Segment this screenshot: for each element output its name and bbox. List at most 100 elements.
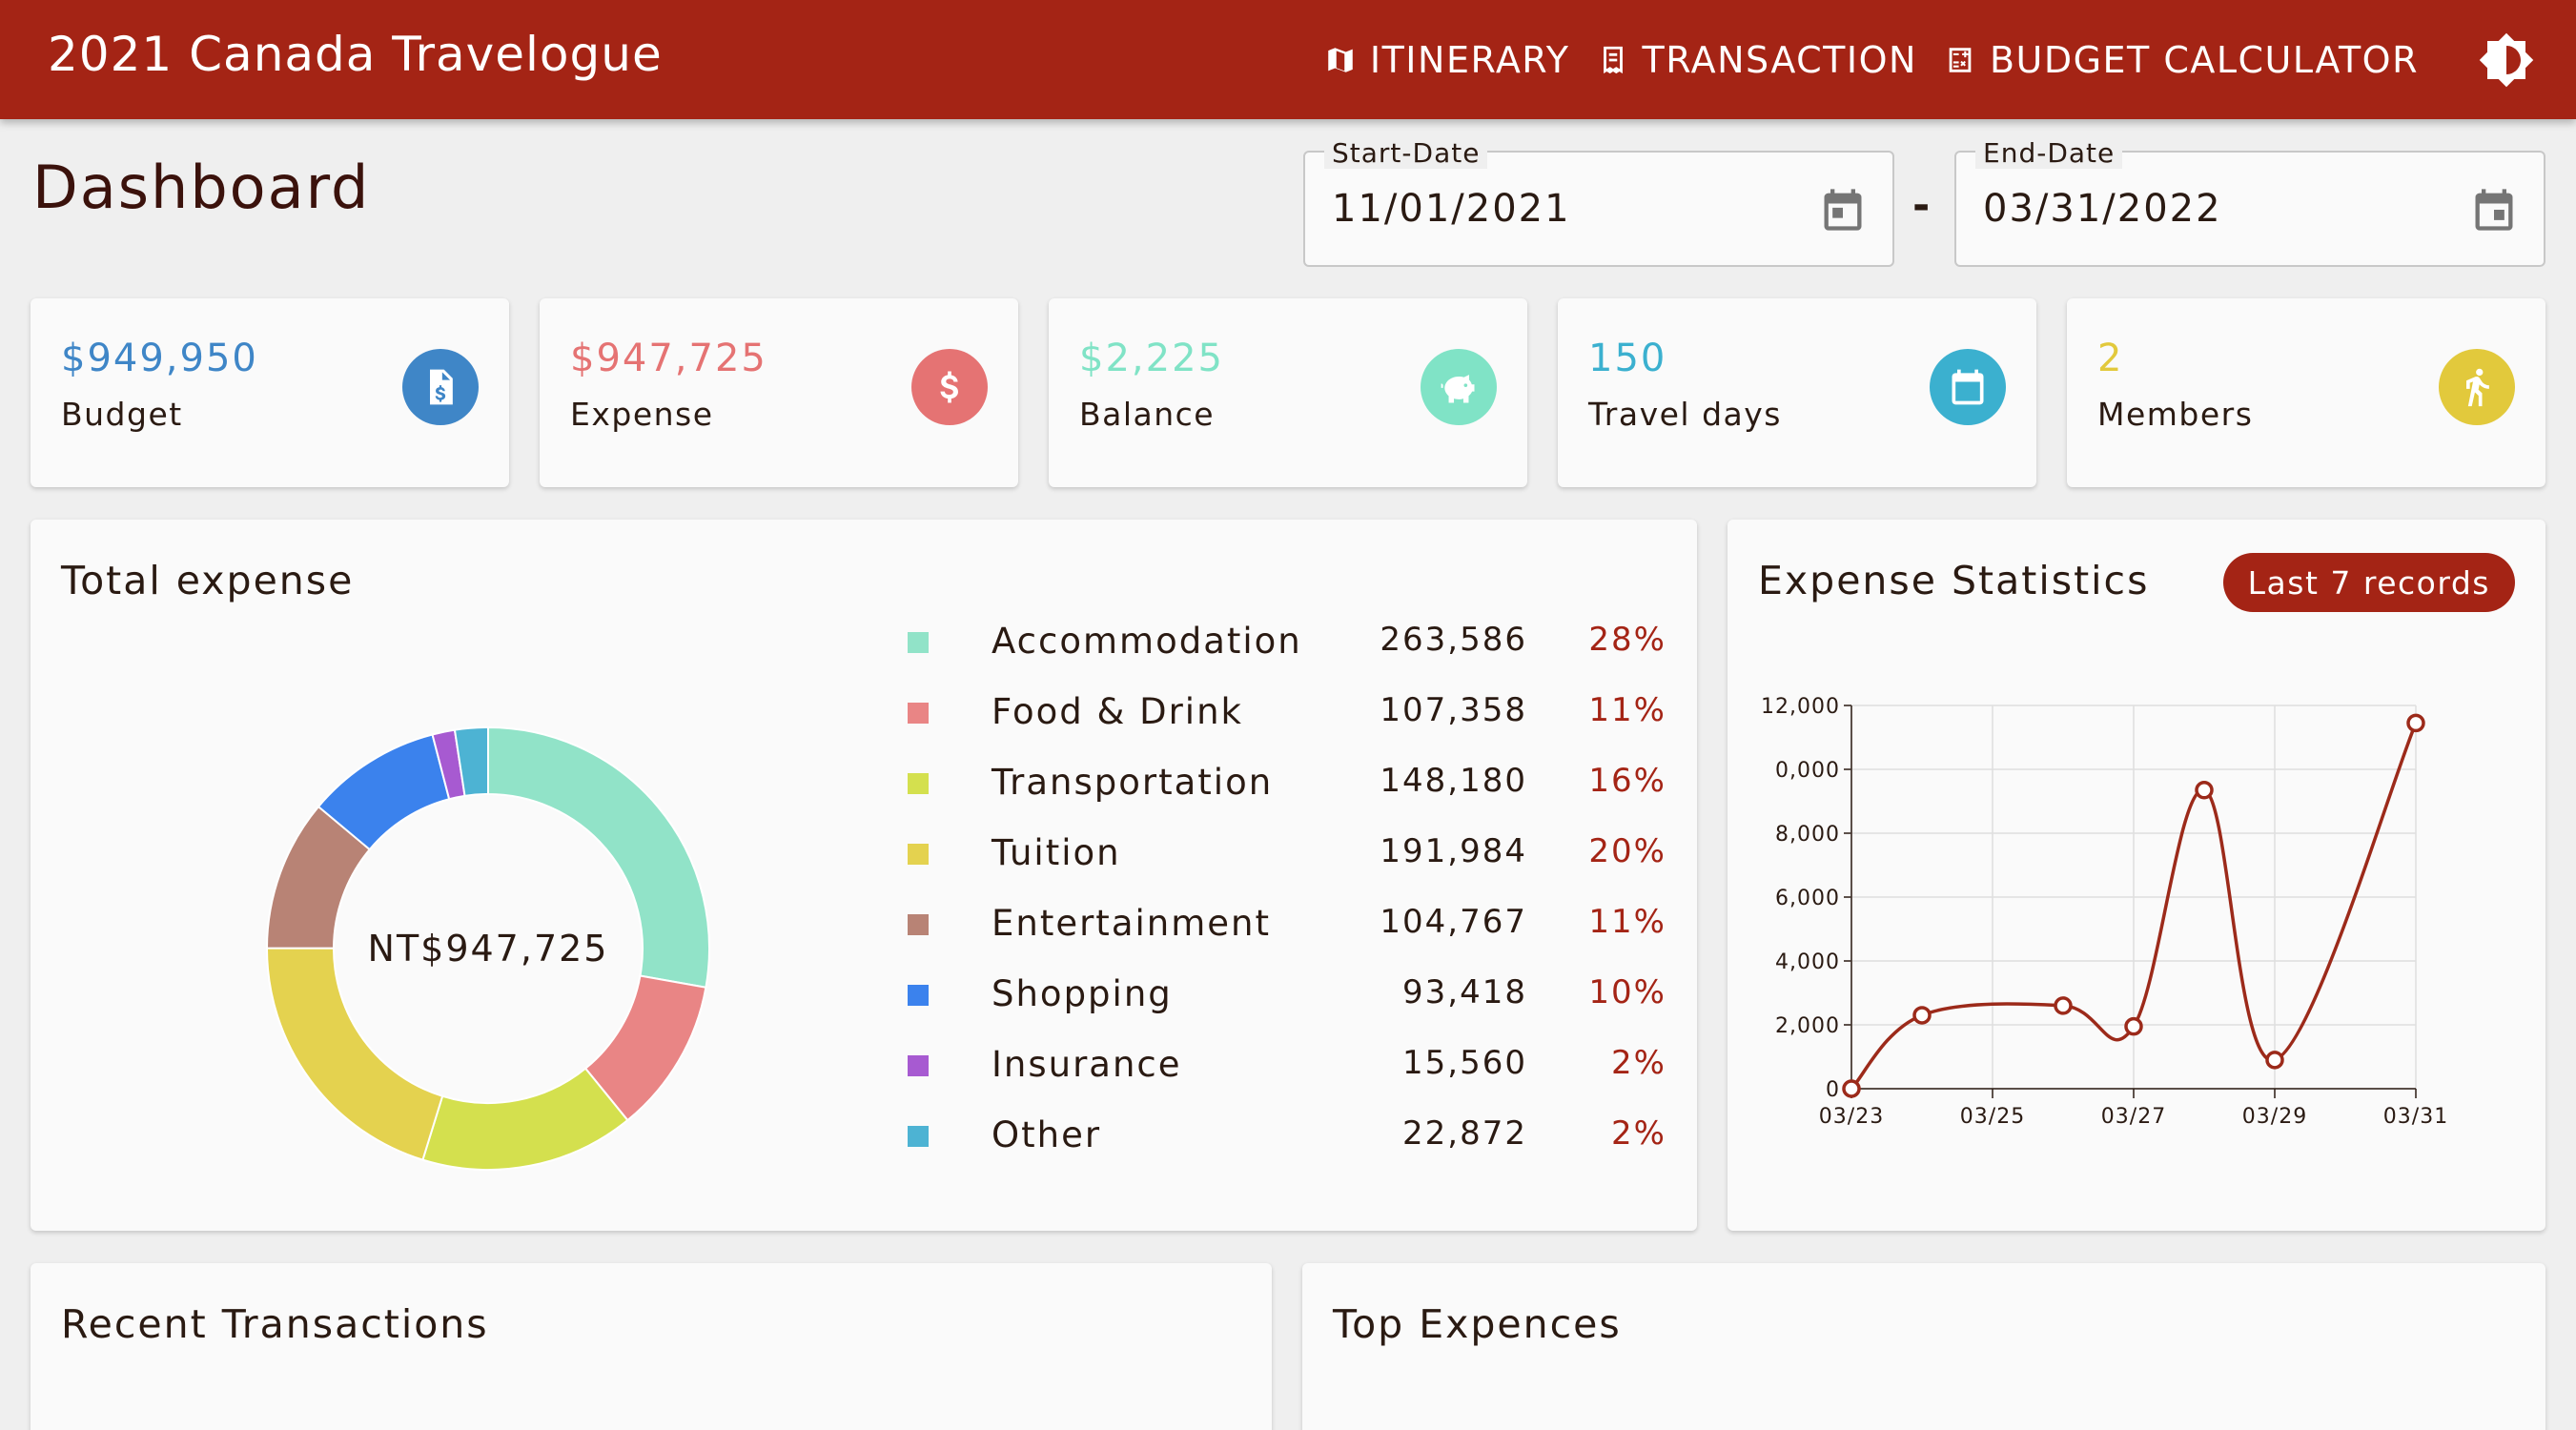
stat-label: Members <box>2097 396 2254 433</box>
x-tick-label: 03/25 <box>1960 1105 2025 1129</box>
y-tick-label: 12,000 <box>1761 695 1840 719</box>
stat-label: Travel days <box>1588 396 1782 433</box>
stat-value: 2 <box>2097 337 2124 380</box>
legend-amount: 104,767 <box>1380 903 1527 941</box>
expense-line-chart: 0 2,000 4,000 6,000 8,000 0,000 12,000 03/23 03/… <box>1761 695 2448 1129</box>
main-nav: ITINERARY TRANSACTION BUDGET CALCULATOR <box>1324 0 2419 119</box>
legend-row: Shopping 93,418 10% <box>31 973 1728 1031</box>
data-point[interactable] <box>1912 1006 1932 1025</box>
legend-percentage: 11% <box>1588 903 1666 941</box>
legend-amount: 263,586 <box>1380 621 1527 659</box>
stat-value: 150 <box>1588 337 1667 380</box>
legend-category: Food & Drink <box>992 691 1243 732</box>
data-point[interactable] <box>2195 781 2214 800</box>
app-bar: 2021 Canada Travelogue ITINERARY TRANSAC… <box>0 0 2576 119</box>
legend-category: Other <box>992 1114 1102 1155</box>
chart-grid: 0 2,000 4,000 6,000 8,000 0,000 12,000 03/23 03/… <box>1761 695 2448 1129</box>
legend-row: Transportation 148,180 16% <box>31 762 1728 819</box>
total-expense-card: Total expense NT$947,725 Accommodation 26… <box>31 520 1697 1231</box>
stat-value: $2,225 <box>1079 337 1224 380</box>
total-expense-title: Total expense <box>61 558 355 603</box>
x-tick-label: 03/29 <box>2242 1105 2307 1129</box>
legend-percentage: 2% <box>1611 1114 1666 1153</box>
x-tick-label: 03/27 <box>2101 1105 2166 1129</box>
start-date-field[interactable]: Start-Date 11/01/2021 <box>1303 137 1894 267</box>
legend-percentage: 16% <box>1588 762 1666 800</box>
nav-transaction[interactable]: TRANSACTION <box>1597 39 1917 81</box>
stat-card-balance: $2,225 Balance <box>1049 298 1527 487</box>
data-point[interactable] <box>1842 1079 1861 1098</box>
legend-row: Other 22,872 2% <box>31 1114 1728 1172</box>
stat-card-expense: $947,725 Expense <box>540 298 1018 487</box>
legend-amount: 22,872 <box>1402 1114 1527 1153</box>
top-expenses-card: Top Expences <box>1302 1263 2545 1430</box>
legend-row: Food & Drink 107,358 11% <box>31 691 1728 748</box>
legend-row: Entertainment 104,767 11% <box>31 903 1728 960</box>
x-tick-label: 03/31 <box>2383 1105 2448 1129</box>
calendar-icon[interactable] <box>1818 185 1868 235</box>
brightness-icon <box>2479 32 2534 88</box>
stat-value: $947,725 <box>570 337 767 380</box>
legend-category: Tuition <box>992 832 1121 873</box>
end-date-field[interactable]: End-Date 03/31/2022 <box>1954 137 2545 267</box>
legend-swatch <box>908 632 929 653</box>
data-point[interactable] <box>2265 1051 2284 1070</box>
y-tick-label: 0,000 <box>1775 759 1840 783</box>
legend-category: Entertainment <box>992 903 1271 944</box>
stat-label: Budget <box>61 396 183 433</box>
calculator-icon <box>1949 47 1972 72</box>
invoice-dollar-icon <box>402 349 479 425</box>
legend-amount: 148,180 <box>1380 762 1527 800</box>
piggy-bank-icon <box>1421 349 1497 425</box>
legend-category: Accommodation <box>992 621 1302 662</box>
legend-percentage: 11% <box>1588 691 1666 729</box>
calendar-icon <box>1930 349 2006 425</box>
recent-transactions-card: Recent Transactions <box>31 1263 1272 1430</box>
x-tick-label: 03/23 <box>1819 1105 1884 1129</box>
legend-percentage: 20% <box>1588 832 1666 870</box>
legend-amount: 191,984 <box>1380 832 1527 870</box>
data-point[interactable] <box>2054 996 2073 1015</box>
y-tick-label: 6,000 <box>1775 887 1840 910</box>
stat-card-budget: $949,950 Budget <box>31 298 509 487</box>
data-point[interactable] <box>2406 713 2425 733</box>
nav-transaction-label: TRANSACTION <box>1642 38 1917 81</box>
stat-card-travel-days: 150 Travel days <box>1558 298 2036 487</box>
end-date-label: End-Date <box>1975 137 2123 169</box>
data-point[interactable] <box>2124 1016 2143 1036</box>
top-expenses-title: Top Expences <box>1333 1301 1622 1347</box>
nav-budget-calculator-label: BUDGET CALCULATOR <box>1989 38 2419 81</box>
nav-itinerary-label: ITINERARY <box>1369 38 1570 81</box>
legend-swatch <box>908 844 929 865</box>
page-title: Dashboard <box>32 153 371 222</box>
end-date-value[interactable]: 03/31/2022 <box>1983 187 2222 231</box>
legend-swatch <box>908 985 929 1006</box>
start-date-label: Start-Date <box>1324 137 1488 169</box>
expense-statistics-title: Expense Statistics <box>1758 558 2150 603</box>
theme-toggle-button[interactable] <box>2475 29 2538 92</box>
map-icon <box>1328 47 1353 72</box>
receipt-icon <box>1603 46 1623 73</box>
nav-itinerary[interactable]: ITINERARY <box>1324 39 1570 81</box>
calendar-icon[interactable] <box>2469 185 2519 235</box>
nav-budget-calculator[interactable]: BUDGET CALCULATOR <box>1944 39 2419 81</box>
date-range-separator: - <box>1912 181 1931 230</box>
stat-value: $949,950 <box>61 337 258 380</box>
last-records-chip[interactable]: Last 7 records <box>2222 553 2515 612</box>
legend-percentage: 28% <box>1588 621 1666 659</box>
start-date-value[interactable]: 11/01/2021 <box>1332 187 1571 231</box>
legend-category: Insurance <box>992 1044 1182 1085</box>
y-tick-label: 2,000 <box>1775 1014 1840 1038</box>
y-tick-label: 8,000 <box>1775 823 1840 847</box>
legend-category: Shopping <box>992 973 1173 1014</box>
stat-card-members: 2 Members <box>2067 298 2545 487</box>
dollar-icon <box>911 349 988 425</box>
person-walking-icon <box>2439 349 2515 425</box>
legend-swatch <box>908 914 929 935</box>
app-title[interactable]: 2021 Canada Travelogue <box>48 27 663 82</box>
legend-amount: 93,418 <box>1402 973 1527 1011</box>
legend-amount: 15,560 <box>1402 1044 1527 1082</box>
legend-row: Insurance 15,560 2% <box>31 1044 1728 1101</box>
legend-swatch <box>908 773 929 794</box>
legend-swatch <box>908 703 929 724</box>
